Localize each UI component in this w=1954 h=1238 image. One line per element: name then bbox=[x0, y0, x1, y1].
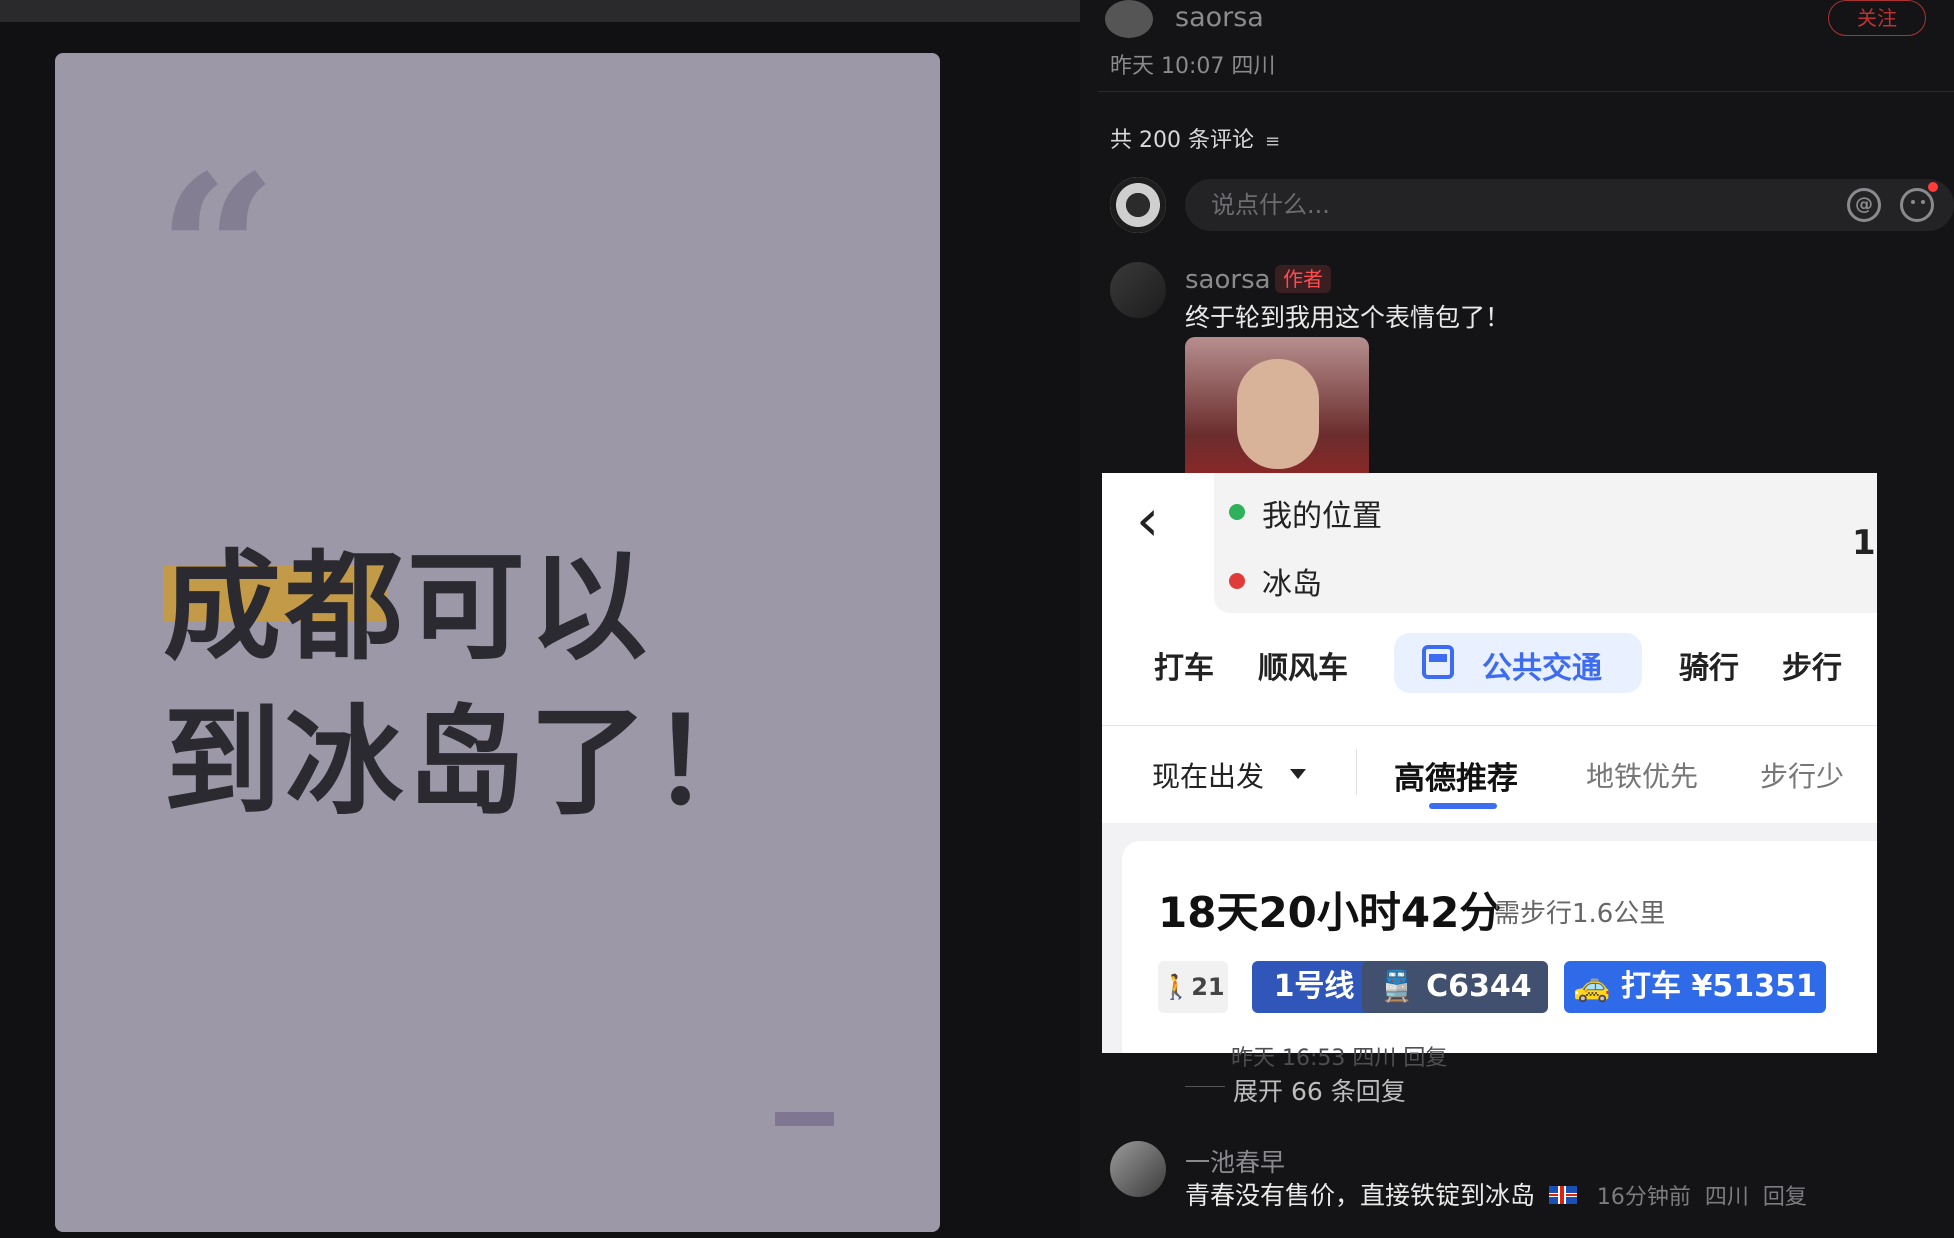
tab-bike[interactable]: 骑行 bbox=[1679, 643, 1739, 687]
comment-text: 青春没有售价，直接铁锭到冰岛 bbox=[1185, 1181, 1536, 1210]
tab-walk[interactable]: 步行 bbox=[1782, 643, 1842, 687]
divider bbox=[1102, 725, 1877, 726]
notification-dot bbox=[1928, 182, 1938, 192]
walk-chip-label: 21 bbox=[1191, 973, 1225, 1001]
taxi-icon: 🚕 bbox=[1573, 969, 1611, 1004]
travel-mode-tabs: 打车 顺风车 公共交通 骑行 步行 bbox=[1102, 633, 1877, 693]
route-options: 现在出发 高德推荐 地铁优先 步行少 bbox=[1102, 733, 1877, 813]
walk-chip: 🚶21 bbox=[1158, 961, 1228, 1013]
photo-face bbox=[1237, 359, 1319, 469]
tab-taxi[interactable]: 打车 bbox=[1154, 643, 1214, 687]
sort-icon[interactable]: ≡ bbox=[1265, 131, 1280, 152]
train-chip: 🚆 C6344 bbox=[1362, 961, 1548, 1013]
divider bbox=[1098, 91, 1954, 92]
emoji-icon[interactable] bbox=[1900, 188, 1934, 222]
route-card[interactable]: 18天20小时42分 需步行1.6公里 🚶21 1号线 🚆 C6344 🚕 打车… bbox=[1122, 841, 1877, 1053]
comment-author-name[interactable]: 一池春早 bbox=[1185, 1143, 1285, 1179]
bus-icon bbox=[1422, 645, 1454, 679]
comment-avatar[interactable] bbox=[1110, 1141, 1166, 1197]
taxi-chip-label: 打车 ¥51351 bbox=[1621, 969, 1817, 1004]
tab-carpool[interactable]: 顺风车 bbox=[1258, 643, 1348, 687]
comment-image[interactable] bbox=[1185, 337, 1369, 477]
comment-count-label: 共 200 条评论 bbox=[1110, 128, 1254, 153]
comment-count[interactable]: 共 200 条评论 ≡ bbox=[1110, 122, 1280, 154]
chevron-down-icon bbox=[1290, 769, 1306, 779]
expand-replies-link[interactable]: 展开 66 条回复 bbox=[1233, 1072, 1406, 1108]
route-results: 18天20小时42分 需步行1.6公里 🚶21 1号线 🚆 C6344 🚕 打车… bbox=[1102, 823, 1877, 1053]
destination-dot bbox=[1229, 573, 1245, 589]
back-icon[interactable]: ‹ bbox=[1136, 491, 1159, 549]
iceland-flag-icon bbox=[1548, 1186, 1577, 1204]
train-chip-label: C6344 bbox=[1426, 969, 1532, 1004]
tab-transit-label: 公共交通 bbox=[1482, 651, 1602, 686]
current-user-avatar bbox=[1110, 177, 1166, 233]
post-image-card: “ 成都可以 到冰岛了！ bbox=[55, 53, 940, 1232]
filter-recommended[interactable]: 高德推荐 bbox=[1394, 753, 1518, 798]
decorative-dash bbox=[775, 1112, 834, 1126]
comment-text-row: 青春没有售价，直接铁锭到冰岛 16分钟前 四川 回复 bbox=[1185, 1176, 1807, 1212]
author-avatar[interactable] bbox=[1105, 0, 1153, 38]
divider bbox=[1356, 749, 1357, 795]
route-walk-distance: 需步行1.6公里 bbox=[1494, 899, 1666, 929]
metro-line-chip: 1号线 bbox=[1252, 961, 1376, 1013]
author-badge: 作者 bbox=[1275, 265, 1331, 293]
filter-less-walking[interactable]: 步行少 bbox=[1760, 755, 1844, 795]
quote-mark-icon: “ bbox=[157, 129, 278, 376]
right-peek-label: 1 bbox=[1852, 523, 1876, 563]
reply-meta: 昨天 16:53 四川 回复 bbox=[1231, 1046, 1448, 1071]
route-duration: 18天20小时42分 bbox=[1158, 888, 1502, 937]
comment-avatar[interactable] bbox=[1110, 262, 1166, 318]
destination-field[interactable]: 冰岛 bbox=[1262, 559, 1322, 603]
active-filter-underline bbox=[1429, 803, 1497, 809]
comment-input[interactable]: 说点什么... bbox=[1185, 179, 1954, 231]
reply-link[interactable]: 回复 bbox=[1763, 1185, 1807, 1210]
card-text-line-1: 成都可以 bbox=[163, 538, 652, 676]
comment-location: 四川 bbox=[1704, 1185, 1749, 1210]
reply-line bbox=[1185, 1086, 1225, 1087]
filter-subway-first[interactable]: 地铁优先 bbox=[1586, 755, 1698, 795]
post-meta: 昨天 10:07 四川 bbox=[1110, 54, 1276, 79]
author-name[interactable]: saorsa bbox=[1175, 2, 1264, 33]
comment-text: 终于轮到我用这个表情包了！ bbox=[1185, 303, 1511, 332]
follow-button[interactable]: 关注 bbox=[1828, 0, 1926, 36]
origin-field[interactable]: 我的位置 bbox=[1262, 491, 1382, 535]
depart-time-dropdown[interactable]: 现在出发 bbox=[1152, 755, 1264, 795]
map-route-overlay: ‹ 我的位置 冰岛 1 打车 顺风车 公共交通 骑行 步行 现在出发 高德推荐 … bbox=[1102, 473, 1877, 1053]
taxi-chip: 🚕 打车 ¥51351 bbox=[1564, 961, 1826, 1013]
origin-dot bbox=[1229, 504, 1245, 520]
comment-time: 16分钟前 bbox=[1596, 1185, 1691, 1210]
walking-person-icon: 🚶 bbox=[1161, 973, 1192, 1001]
comment-author-name[interactable]: saorsa bbox=[1185, 265, 1271, 295]
at-icon[interactable]: @ bbox=[1847, 188, 1881, 222]
card-text-line-2: 到冰岛了！ bbox=[163, 693, 774, 831]
train-icon: 🚆 bbox=[1378, 969, 1416, 1004]
